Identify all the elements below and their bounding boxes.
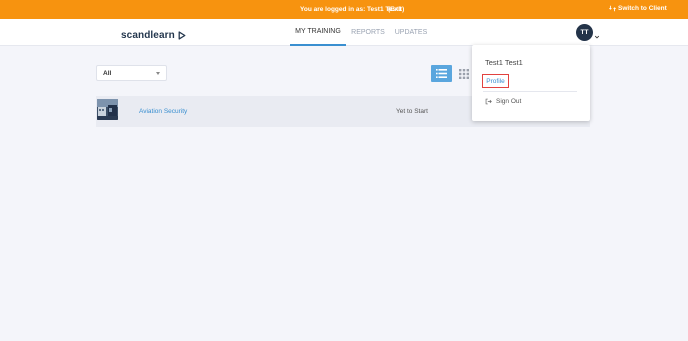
sign-out-icon xyxy=(485,98,492,105)
chevron-down-icon[interactable] xyxy=(594,34,600,40)
play-triangle-icon xyxy=(178,31,186,40)
list-view-button[interactable] xyxy=(431,65,452,82)
impersonation-banner: You are logged in as: Test1 Test1 (Exit)… xyxy=(0,0,688,19)
grid-view-icon xyxy=(459,69,469,79)
course-status: Yet to Start xyxy=(396,108,428,115)
course-name-link[interactable]: Aviation Security xyxy=(139,108,187,115)
filter-select[interactable]: All xyxy=(96,65,167,81)
nav-reports[interactable]: REPORTS xyxy=(348,19,388,46)
nav-my-training[interactable]: MY TRAINING xyxy=(290,19,346,46)
grid-view-button[interactable] xyxy=(456,65,472,82)
profile-menu-item[interactable]: Profile xyxy=(482,74,509,88)
scandlearn-logo[interactable]: scandlearn xyxy=(121,30,186,41)
sign-out-label: Sign Out xyxy=(496,98,522,105)
nav-updates[interactable]: UPDATES xyxy=(392,19,430,46)
switch-to-client-label: Switch to Client xyxy=(618,5,667,12)
aviation-thumbnail[interactable] xyxy=(97,99,118,120)
menu-divider xyxy=(483,91,577,92)
filter-value: All xyxy=(103,70,112,77)
logo-text: scandlearn xyxy=(121,30,175,41)
switch-arrows-icon xyxy=(609,5,616,12)
exit-link[interactable]: (Exit) xyxy=(388,6,404,13)
caret-down-icon xyxy=(156,72,160,75)
sign-out-menu-item[interactable]: Sign Out xyxy=(485,98,521,105)
user-menu-name: Test1 Test1 xyxy=(485,58,523,67)
user-menu-dropdown: Test1 Test1 Profile Sign Out xyxy=(472,45,590,121)
user-avatar[interactable]: TT xyxy=(576,24,593,41)
switch-to-client-link[interactable]: Switch to Client xyxy=(609,5,667,12)
list-view-icon xyxy=(436,69,447,78)
banner-message: You are logged in as: Test1 Test1 xyxy=(300,6,402,13)
top-header: scandlearn MY TRAINING REPORTS UPDATES T… xyxy=(0,19,688,46)
